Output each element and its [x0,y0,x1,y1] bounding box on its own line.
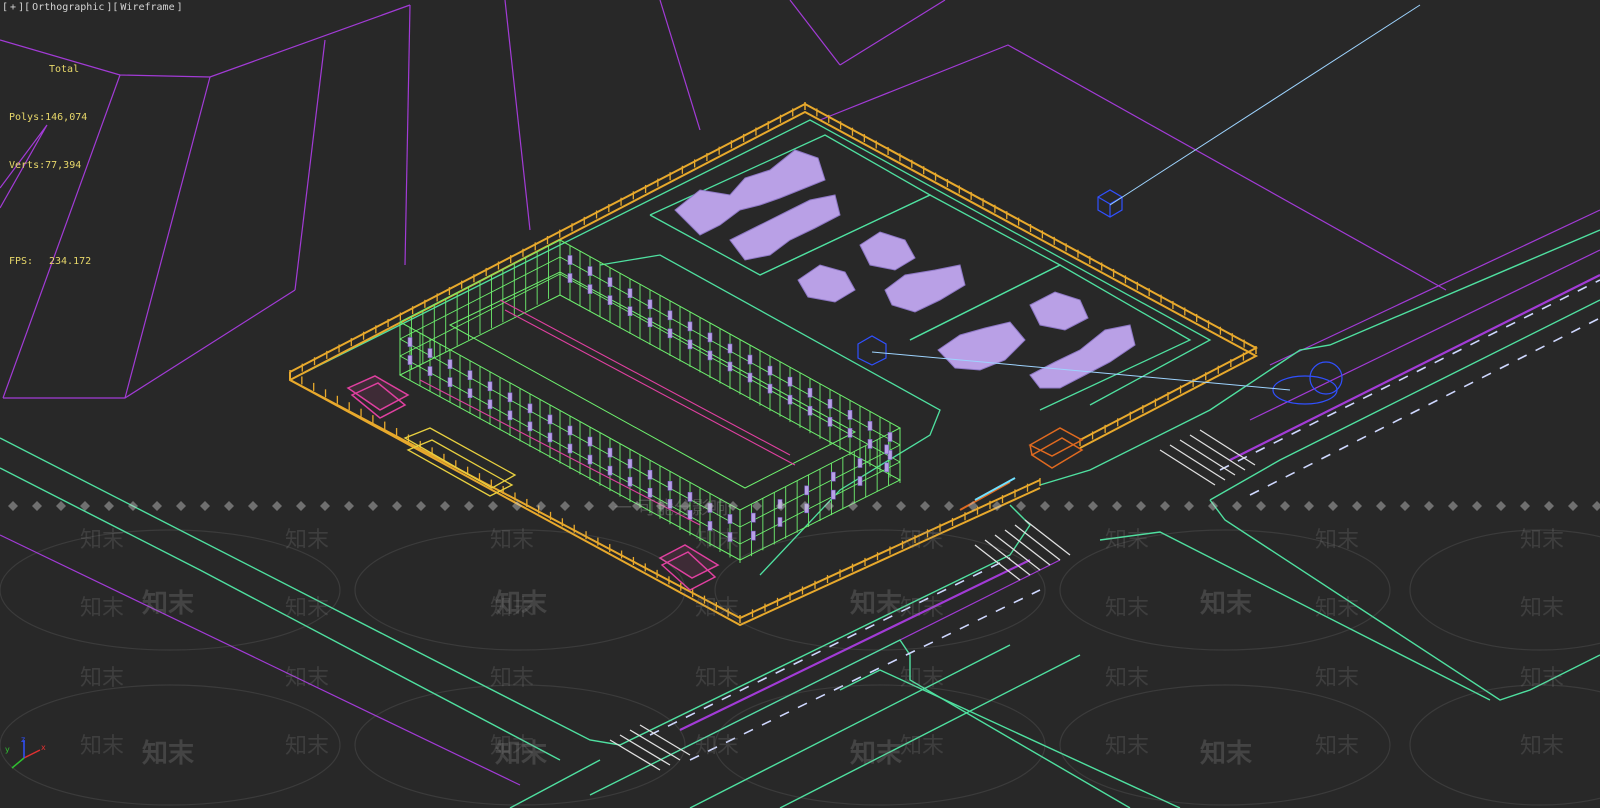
axis-x-label: x [41,743,46,752]
verts-value: 77,394 [45,160,82,171]
viewport-menu-button[interactable]: + [10,2,16,13]
viewport-bracket-mid: ][ [18,1,31,13]
statistics-overlay: Total Polys: 146,074 Verts: 77,394 FPS: 234… [9,30,91,302]
viewport-shading-button[interactable]: Wireframe [120,2,174,13]
scene-wireframe[interactable] [0,0,1600,808]
gate-arm-cyan [974,477,1016,501]
watermark-caption: 一 可能分影响 [614,498,728,519]
viewport-orthographic[interactable]: 知末 知末 知末 知末 知末 知末 知末 知末 知末 知末 知末 知末 知末 知末 知末 知末 知末 知末 知末 知末… [0,0,1600,808]
axis-z-label: z [21,736,25,744]
guard-booth [1028,427,1084,469]
axis-y-label: y [5,745,10,754]
target-lines [871,4,1421,391]
polys-label: Polys: [9,112,46,123]
polys-value: 146,074 [45,112,88,123]
fps-value: 234.172 [49,256,92,267]
axis-tripod-icon: x z y [5,736,46,769]
planter-box [403,427,517,497]
watermark-shapes [0,529,1600,806]
stats-header: Total [49,64,80,75]
viewport-label: [ + ][ Orthographic ][ Wireframe ] [2,0,183,14]
verts-label: Verts: [9,160,46,171]
viewport-bracket-open: [ [2,1,9,13]
viewport-bracket-mid2: ][ [106,1,119,13]
entrance-canopies [346,375,720,591]
viewport-view-button[interactable]: Orthographic [32,2,104,13]
fps-label: FPS: [9,256,34,267]
viewport-bracket-close: ] [176,1,183,13]
road-network [0,229,1600,808]
watermark-band [8,501,1600,511]
